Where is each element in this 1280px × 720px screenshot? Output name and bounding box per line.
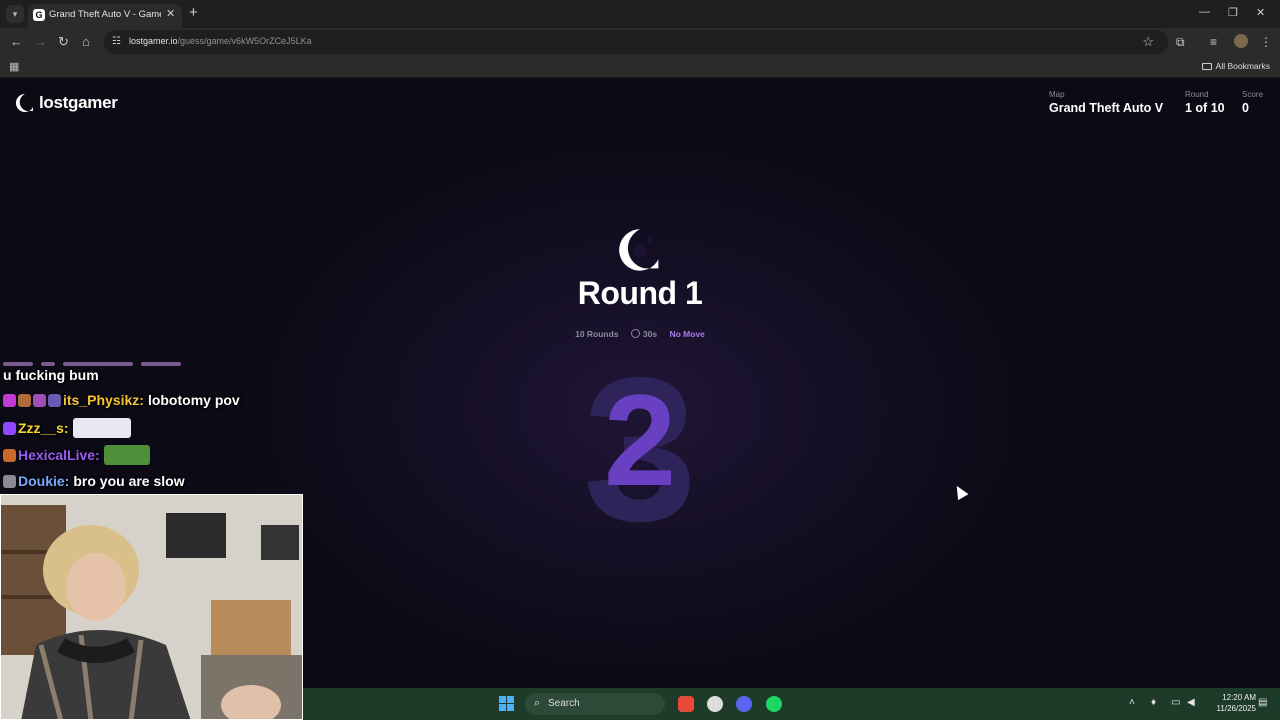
chat-message: Zzz__s: — [3, 418, 131, 438]
chat-message: Doukie: bro you are slow — [3, 473, 185, 489]
spotify-app-icon[interactable] — [766, 696, 782, 712]
logo-text: lostgamer — [39, 93, 118, 112]
sub-badge-icon — [3, 394, 16, 407]
forward-icon[interactable]: → — [34, 34, 47, 50]
stream-chat: u fucking bum its_Physikz: lobotomy pov Z… — [0, 350, 320, 494]
media-control-icon[interactable]: ≡ — [1210, 34, 1217, 50]
browser-toolbar: ← → ↻ ⌂ ☷ lostgamer.io/guess/game/v6kW5O… — [0, 28, 1280, 56]
bookmarks-bar: ▦ All Bookmarks — [0, 56, 1280, 78]
round-value: 1 of 10 — [1185, 101, 1225, 115]
round-intro: Round 1 10 Rounds 30s No Move — [440, 229, 840, 339]
round-stat: Round 1 of 10 — [1185, 90, 1225, 115]
windows-start-icon[interactable] — [499, 696, 515, 712]
search-icon: ⌕ — [534, 697, 541, 709]
all-bookmarks-button[interactable]: All Bookmarks — [1201, 61, 1270, 71]
taskbar-search-label: Search — [548, 698, 580, 709]
site-info-icon[interactable]: ☷ — [112, 36, 121, 47]
webcam-feed — [0, 494, 303, 720]
chat-message: u fucking bum — [3, 367, 99, 383]
sub-badge-icon — [3, 449, 16, 462]
tab-search-button[interactable]: ▾ — [6, 5, 24, 23]
url-text[interactable]: lostgamer.io/guess/game/v6kW5OrZCeJ5LKa — [129, 36, 312, 46]
gift-badge-icon — [18, 394, 31, 407]
profile-avatar[interactable] — [1234, 34, 1248, 48]
map-stat: Map Grand Theft Auto V — [1049, 90, 1163, 115]
emote-image — [72, 418, 131, 438]
clock-date: 11/26/2025 — [1216, 704, 1256, 713]
bits-badge-icon — [33, 394, 46, 407]
webcam-image — [1, 495, 302, 719]
chat-badge-icon — [48, 394, 61, 407]
taskbar-search[interactable]: ⌕ Search — [525, 693, 665, 715]
windows-taskbar: ⌕ Search ˄ ♦ ▭ ◀ 12:20 AM 11/26/2025 ▤ — [303, 688, 1280, 720]
tab-close-icon[interactable]: ✕ — [166, 7, 175, 20]
sub-badge-icon — [3, 475, 16, 488]
countdown: 3 2 — [540, 347, 740, 557]
network-icon[interactable]: ▭ — [1171, 697, 1180, 708]
controller-logo-icon — [619, 229, 659, 271]
clock-time: 12:20 AM — [1222, 693, 1256, 702]
chat-message: its_Physikz: lobotomy pov — [3, 392, 240, 408]
map-value: Grand Theft Auto V — [1049, 101, 1164, 115]
score-value: 0 — [1242, 101, 1249, 115]
discord-app-icon[interactable] — [736, 696, 752, 712]
bookmark-star-icon[interactable]: ☆ — [1142, 34, 1154, 50]
round-title: Round 1 — [577, 275, 703, 311]
extensions-icon[interactable]: ⧉ — [1176, 34, 1185, 50]
address-bar[interactable]: ☷ lostgamer.io/guess/game/v6kW5OrZCeJ5LK… — [104, 30, 1168, 54]
controller-logo-icon — [15, 94, 33, 112]
minimize-icon[interactable]: — — [1199, 6, 1210, 18]
round-label: Round — [1185, 90, 1209, 99]
reload-icon[interactable]: ↻ — [58, 34, 69, 50]
volume-icon[interactable]: ◀ — [1187, 697, 1195, 708]
chrome-app-icon[interactable] — [678, 696, 694, 712]
tab-title: Grand Theft Auto V - Game - G — [49, 9, 161, 20]
score-stat: Score 0 — [1242, 90, 1263, 115]
notification-icon[interactable]: ▤ — [1258, 697, 1267, 708]
prime-badge-icon — [3, 422, 16, 435]
site-favicon-icon: G — [33, 9, 45, 21]
countdown-current-digit: 2 — [603, 367, 677, 513]
steam-app-icon[interactable] — [707, 696, 723, 712]
home-icon[interactable]: ⌂ — [82, 34, 90, 50]
browser-tab-strip: ▾ G Grand Theft Auto V - Game - G ✕ + — … — [0, 0, 1280, 28]
close-window-icon[interactable]: ✕ — [1256, 6, 1265, 19]
tray-overflow-icon[interactable]: ˄ — [1129, 697, 1135, 708]
chat-cutoff-line — [3, 353, 243, 366]
chat-message: HexicalLive: — [3, 445, 150, 465]
apps-grid-icon[interactable]: ▦ — [9, 60, 19, 73]
microphone-icon[interactable]: ♦ — [1151, 697, 1156, 708]
taskbar-clock[interactable]: 12:20 AM 11/26/2025 — [1206, 692, 1256, 714]
active-tab[interactable]: G Grand Theft Auto V - Game - G ✕ — [28, 4, 182, 28]
map-label: Map — [1049, 90, 1065, 99]
pepe-emote-image — [103, 445, 150, 465]
folder-icon — [1201, 63, 1212, 70]
restore-icon[interactable]: ❐ — [1228, 6, 1238, 19]
menu-kebab-icon[interactable]: ⋮ — [1260, 34, 1272, 50]
score-label: Score — [1242, 90, 1263, 99]
new-tab-button[interactable]: + — [189, 5, 198, 21]
back-icon[interactable]: ← — [10, 34, 23, 50]
